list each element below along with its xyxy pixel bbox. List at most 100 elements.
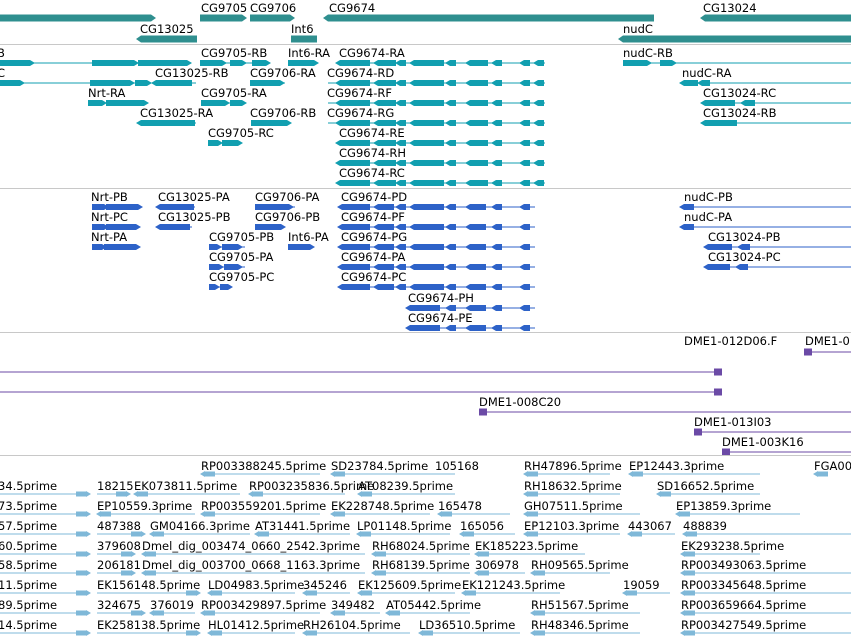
feature-label[interactable]: 324675 [97,599,141,612]
feature-label[interactable]: Int6-PA [288,231,329,244]
feature-label[interactable]: 19059 [623,579,660,592]
feature-label[interactable]: DME1-008C20 [479,396,561,409]
feature-label[interactable]: 60.5prime [0,540,57,553]
feature-label[interactable]: CG13024 [703,2,757,15]
feature-label[interactable]: CG9674-PD [341,191,407,204]
feature-label[interactable]: RH68139.5prime [372,559,470,572]
feature-label[interactable]: nudC-RA [682,67,731,80]
feature-label[interactable]: FGA00 [814,460,851,473]
feature-label[interactable]: CG13025 [140,23,194,36]
feature-label[interactable]: 11.5prime [0,579,57,592]
feature-label[interactable]: CG9674-RH [339,147,406,160]
feature-label[interactable]: CG9674-RE [339,127,405,140]
feature-label[interactable]: EK125609.5prime [358,579,461,592]
feature-label[interactable]: 376019 [150,599,194,612]
feature-label[interactable]: EK258138.5prime [97,619,200,632]
feature-label[interactable]: CG9705 [201,2,247,15]
feature-label[interactable]: Nrt-RA [88,87,125,100]
feature-label[interactable]: AT08239.5prime [358,480,453,493]
feature-label[interactable]: GM04166.3prime [150,520,250,533]
feature-label[interactable]: 443067 [628,520,672,533]
feature-label[interactable]: EP13859.3prime [676,500,771,513]
feature-label[interactable]: CG13025-RA [140,107,213,120]
feature-label[interactable]: RP003559201.5prime [201,500,326,513]
feature-label[interactable]: CG9706-PA [255,191,319,204]
feature-label[interactable]: CG9705-PB [209,231,274,244]
feature-label[interactable]: 345246 [303,579,347,592]
feature-label[interactable]: 18215 [97,480,134,493]
feature-label[interactable]: CG13024-RB [703,107,777,120]
feature-label[interactable]: EK156148.5prime [97,579,200,592]
feature-label[interactable]: 349482 [331,599,375,612]
feature-label[interactable]: EK185223.5prime [475,540,578,553]
feature-label[interactable]: DME1-003K16 [722,436,804,449]
feature-label[interactable]: CG9674-RG [327,107,394,120]
feature-label[interactable]: CG9674-RA [339,47,405,60]
feature-label[interactable]: AT05442.5prime [386,599,481,612]
feature-label[interactable]: 206181 [97,559,141,572]
feature-label[interactable]: CG9705-PA [209,251,273,264]
feature-label[interactable]: CG9706-PB [255,211,320,224]
feature-label[interactable]: GH07511.5prime [524,500,623,513]
feature-label[interactable]: HL01412.5prime [208,619,304,632]
feature-label[interactable]: RP003659664.5prime [681,599,806,612]
feature-label[interactable]: LD04983.5prime [208,579,304,592]
feature-label[interactable]: 58.5prime [0,559,57,572]
feature-label[interactable]: B [0,47,5,60]
feature-label[interactable]: 34.5prime [0,480,57,493]
feature-label[interactable]: CG9674-RC [339,167,405,180]
feature-label[interactable]: LP01148.5prime [357,520,451,533]
feature-label[interactable]: 488839 [683,520,727,533]
feature-label[interactable]: RP003427549.5prime [681,619,806,632]
feature-label[interactable]: CG9674-RD [327,67,394,80]
feature-label[interactable]: CG9674-PH [408,292,474,305]
feature-label[interactable]: EK228748.5prime [331,500,434,513]
feature-label[interactable]: 165056 [460,520,504,533]
feature-label[interactable]: DME1-012D06.F [684,335,777,348]
feature-label[interactable]: 105168 [435,460,479,473]
feature-label[interactable]: LD36510.5prime [419,619,515,632]
feature-label[interactable]: CG9674-PA [341,251,405,264]
feature-label[interactable]: Int6 [291,23,314,36]
feature-label[interactable]: 306978 [475,559,519,572]
feature-label[interactable]: CG13025-PB [158,211,231,224]
feature-label[interactable]: CG9674-PC [341,271,406,284]
feature-label[interactable]: RP003493063.5prime [681,559,806,572]
feature-label[interactable]: C [0,67,5,80]
feature-label[interactable]: RP003388245.5prime [201,460,326,473]
feature-label[interactable]: EP10559.3prime [97,500,192,513]
feature-label[interactable]: EP12103.3prime [524,520,619,533]
feature-label[interactable]: 165478 [438,500,482,513]
feature-label[interactable]: 57.5prime [0,520,57,533]
feature-label[interactable]: SD16652.5prime [657,480,754,493]
feature-label[interactable]: 379608 [97,540,141,553]
feature-label[interactable]: CG13024-RC [703,87,776,100]
feature-label[interactable]: AT31441.5prime [255,520,350,533]
feature-label[interactable]: EK293238.5prime [681,540,784,553]
feature-label[interactable]: RP003429897.5prime [201,599,326,612]
feature-label[interactable]: Dmel_dig_003474_0660_2542.3prime [142,540,360,553]
feature-label[interactable]: Nrt-PA [91,231,127,244]
feature-label[interactable]: 89.5prime [0,599,57,612]
feature-label[interactable]: RH47896.5prime [524,460,622,473]
feature-label[interactable]: 73.5prime [0,500,57,513]
feature-label[interactable]: CG9705-PC [209,271,274,284]
feature-label[interactable]: nudC-PB [684,191,733,204]
feature-label[interactable]: CG9706 [250,2,296,15]
feature-label[interactable]: EK073811.5prime [134,480,237,493]
feature-label[interactable]: Dmel_dig_003700_0668_1163.3prime [142,559,360,572]
feature-label[interactable]: CG9705-RA [201,87,267,100]
feature-label[interactable]: nudC [623,23,653,36]
feature-label[interactable]: EP12443.3prime [629,460,724,473]
feature-label[interactable]: RP003345648.5prime [681,579,806,592]
feature-label[interactable]: CG9674 [329,2,375,15]
feature-label[interactable]: RH68024.5prime [372,540,470,553]
feature-label[interactable]: nudC-PA [684,211,732,224]
feature-label[interactable]: CG9706-RB [250,107,316,120]
feature-label[interactable]: CG9674-PE [408,312,473,325]
feature-label[interactable]: CG13025-RB [155,67,229,80]
feature-label[interactable]: EK121243.5prime [462,579,565,592]
feature-label[interactable]: CG9705-RC [208,127,274,140]
feature-label[interactable]: DME1-013I03 [694,416,772,429]
feature-label[interactable]: CG9674-RF [327,87,392,100]
